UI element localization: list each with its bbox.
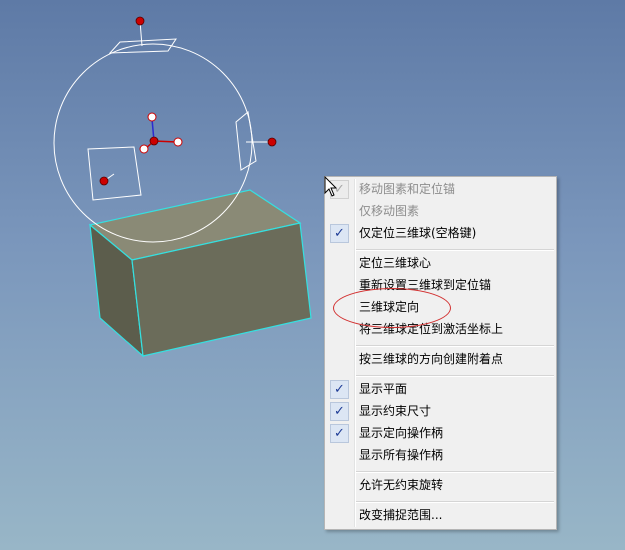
triball-right-plane[interactable] — [235, 111, 257, 171]
check-icon: ✓ — [330, 380, 349, 399]
menu-item-orient-triball[interactable]: 三维球定向 — [326, 297, 555, 318]
menu-item-label: 三维球定向 — [359, 300, 420, 314]
left-handle[interactable] — [99, 176, 109, 186]
menu-item-create-attach-point[interactable]: 按三维球的方向创建附着点 — [326, 349, 555, 370]
menu-item-position-triball-only[interactable]: ✓ 仅定位三维球(空格键) — [326, 223, 555, 244]
menu-item-label: 显示所有操作柄 — [359, 448, 444, 462]
menu-item-label: 允许无约束旋转 — [359, 478, 444, 492]
box-solid[interactable] — [88, 189, 312, 358]
mouse-cursor-icon — [324, 176, 338, 197]
triball-left-plane[interactable] — [87, 146, 142, 201]
triball-top-plane[interactable] — [108, 38, 177, 54]
menu-item-label: 按三维球的方向创建附着点 — [359, 352, 504, 366]
menu-item-position-triball-center[interactable]: 定位三维球心 — [326, 253, 555, 274]
menu-item-label: 显示定向操作柄 — [359, 426, 444, 440]
menu-item-show-all-handles[interactable]: 显示所有操作柄 — [326, 445, 555, 466]
axis-z-handle[interactable] — [139, 144, 149, 154]
menu-item-label: 重新设置三维球到定位锚 — [359, 278, 492, 292]
menu-separator — [356, 345, 554, 347]
top-handle[interactable] — [135, 16, 145, 26]
right-handle[interactable] — [267, 137, 277, 147]
menu-item-show-planes[interactable]: ✓ 显示平面 — [326, 379, 555, 400]
menu-item-label: 定位三维球心 — [359, 256, 432, 270]
menu-separator — [356, 471, 554, 473]
menu-item-label: 移动图素和定位锚 — [359, 182, 456, 196]
context-menu[interactable]: ✓ 移动图素和定位锚 仅移动图素 ✓ 仅定位三维球(空格键) 定位三维球心 重新… — [324, 176, 557, 530]
menu-separator — [356, 249, 554, 251]
menu-item-move-element-and-anchor[interactable]: ✓ 移动图素和定位锚 — [326, 179, 555, 200]
center-handle[interactable] — [149, 136, 159, 146]
axis-y-handle[interactable] — [147, 112, 157, 122]
menu-item-label: 显示约束尺寸 — [359, 404, 432, 418]
menu-separator — [356, 501, 554, 503]
menu-item-allow-free-rotation[interactable]: 允许无约束旋转 — [326, 475, 555, 496]
axis-x-handle[interactable] — [173, 137, 183, 147]
check-icon: ✓ — [330, 224, 349, 243]
menu-item-label: 仅移动图素 — [359, 204, 420, 218]
menu-item-label: 显示平面 — [359, 382, 408, 396]
menu-item-label: 将三维球定位到激活坐标上 — [359, 322, 504, 336]
check-icon: ✓ — [330, 424, 349, 443]
menu-item-label: 仅定位三维球(空格键) — [359, 226, 477, 240]
menu-separator — [356, 375, 554, 377]
menu-item-show-orientation-handles[interactable]: ✓ 显示定向操作柄 — [326, 423, 555, 444]
check-icon: ✓ — [330, 402, 349, 421]
menu-item-label: 改变捕捉范围... — [359, 508, 443, 522]
menu-item-reset-triball-to-anchor[interactable]: 重新设置三维球到定位锚 — [326, 275, 555, 296]
menu-item-show-constraint-dimensions[interactable]: ✓ 显示约束尺寸 — [326, 401, 555, 422]
menu-item-move-element-only[interactable]: 仅移动图素 — [326, 201, 555, 222]
menu-item-position-triball-to-active-coords[interactable]: 将三维球定位到激活坐标上 — [326, 319, 555, 340]
menu-item-change-snap-range[interactable]: 改变捕捉范围... — [326, 505, 555, 526]
